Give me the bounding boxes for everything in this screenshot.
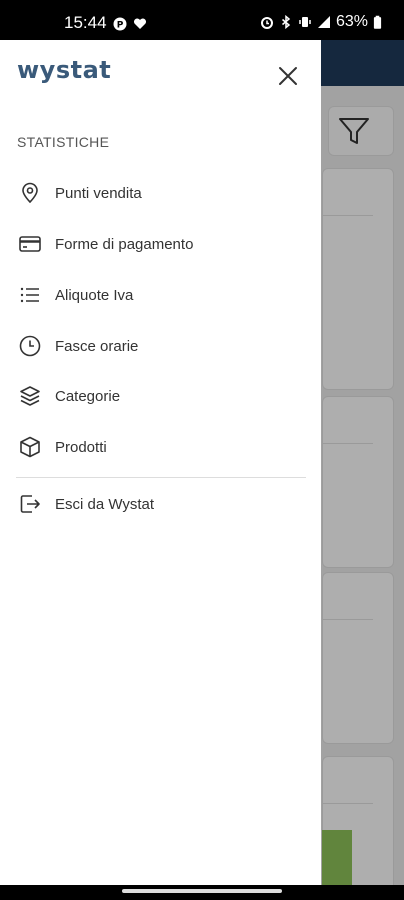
box-icon — [20, 436, 40, 458]
menu-item-forme-di-pagamento[interactable]: Forme di pagamento — [0, 221, 321, 267]
system-navigation-bar — [0, 885, 404, 900]
svg-text:P: P — [117, 21, 124, 31]
app-logo: wystat — [17, 56, 112, 84]
menu-item-prodotti[interactable]: Prodotti — [0, 424, 321, 470]
menu-label: Aliquote Iva — [55, 286, 134, 304]
vibrate-icon — [299, 17, 311, 27]
menu-label: Forme di pagamento — [55, 235, 194, 253]
map-pin-icon — [22, 182, 38, 204]
clock-icon — [19, 335, 41, 357]
menu-item-categorie[interactable]: Categorie — [0, 373, 321, 419]
menu-label: Prodotti — [55, 438, 107, 456]
alarm-icon — [260, 17, 273, 29]
home-gesture-handle[interactable] — [122, 889, 282, 893]
menu-item-punti-vendita[interactable]: Punti vendita — [0, 170, 321, 216]
logout-button[interactable]: Esci da Wystat — [0, 481, 321, 527]
logout-label: Esci da Wystat — [55, 495, 155, 513]
layers-icon — [20, 386, 40, 406]
section-title-statistiche: STATISTICHE — [17, 134, 110, 150]
bluetooth-icon — [281, 15, 291, 29]
close-drawer-button[interactable] — [272, 60, 304, 92]
navigation-drawer: wystat STATISTICHE Punti vendita Forme d… — [0, 40, 321, 885]
close-icon — [279, 67, 297, 85]
menu-label: Categorie — [55, 387, 121, 405]
credit-card-icon — [19, 236, 41, 252]
menu-label: Punti vendita — [55, 184, 142, 202]
status-time: 15:44 — [64, 13, 107, 32]
status-bar: 15:44 P 63% — [0, 0, 404, 40]
menu-item-aliquote-iva[interactable]: Aliquote Iva — [0, 272, 321, 318]
notification-app-icon: P — [113, 17, 127, 31]
divider — [16, 477, 306, 478]
menu-item-fasce-orarie[interactable]: Fasce orarie — [0, 323, 321, 369]
battery-percentage: 63% — [335, 13, 368, 30]
logout-icon — [20, 495, 40, 513]
list-icon — [20, 287, 39, 303]
heart-icon — [133, 18, 147, 29]
signal-icon — [317, 16, 330, 28]
menu-label: Fasce orarie — [55, 337, 139, 355]
battery-icon — [373, 15, 382, 29]
